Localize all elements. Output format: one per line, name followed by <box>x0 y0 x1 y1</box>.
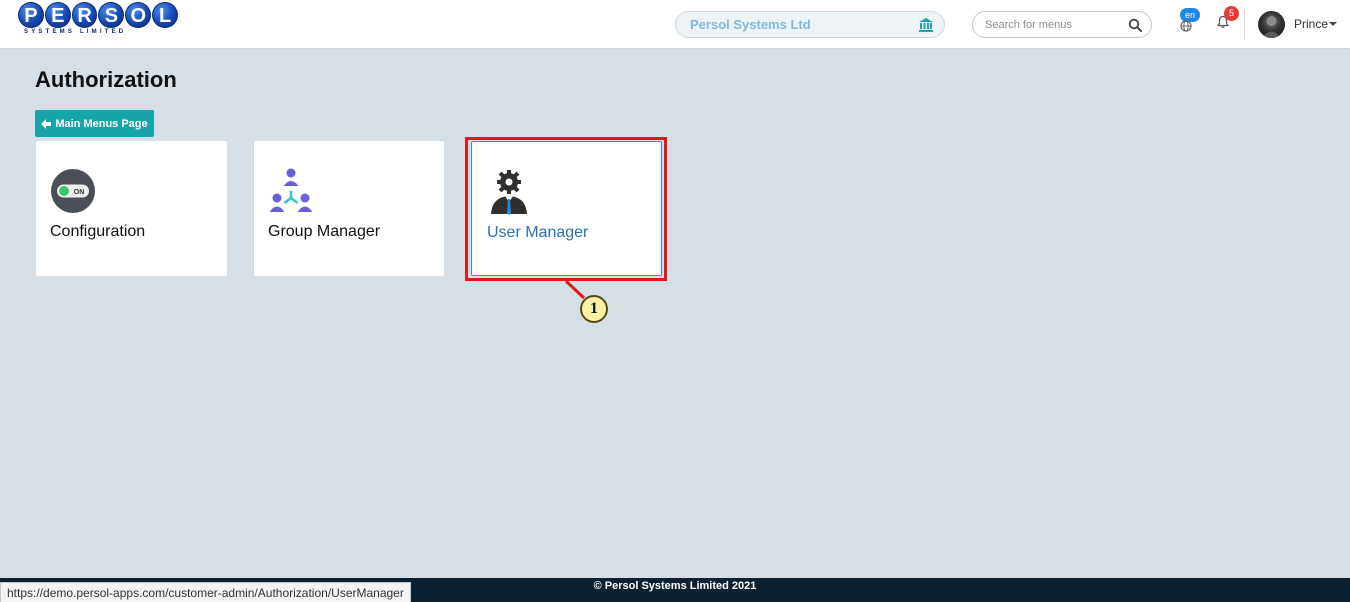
company-name: Persol Systems Ltd <box>690 17 811 32</box>
language-selector[interactable]: en <box>1176 8 1200 34</box>
logo-letter: S <box>98 2 125 28</box>
status-bar-url: https://demo.persol-apps.com/customer-ad… <box>0 582 411 602</box>
arrow-left-icon <box>41 118 52 129</box>
user-manager-card[interactable]: User Manager <box>471 141 662 276</box>
bank-icon <box>919 18 933 32</box>
notification-count-badge: 5 <box>1224 6 1239 21</box>
logo-letters: P E R S O L <box>18 2 178 28</box>
logo-letter: R <box>71 2 98 28</box>
toggle-on-icon: ON <box>51 169 95 213</box>
search-box <box>972 11 1152 38</box>
configuration-card[interactable]: ON Configuration <box>36 141 227 276</box>
user-name[interactable]: Prince <box>1294 17 1328 31</box>
main-menus-page-button[interactable]: Main Menus Page <box>35 110 154 137</box>
user-manager-label: User Manager <box>487 224 589 241</box>
callout-line <box>564 279 586 300</box>
persol-logo[interactable]: P E R S O L SYSTEMS LIMITED <box>18 2 178 38</box>
logo-letter: O <box>125 2 152 28</box>
logo-letter: E <box>44 2 71 28</box>
search-input[interactable] <box>985 16 1125 34</box>
configuration-label: Configuration <box>50 223 146 240</box>
header-divider <box>1244 9 1245 40</box>
logo-subtitle: SYSTEMS LIMITED <box>24 29 127 35</box>
page-title: Authorization <box>35 67 177 92</box>
avatar[interactable] <box>1258 11 1285 38</box>
group-hierarchy-icon <box>269 168 313 212</box>
step-marker: 1 <box>580 295 608 323</box>
globe-icon <box>1180 20 1192 32</box>
user-photo-icon <box>1262 16 1281 38</box>
logo-letter: P <box>18 2 44 28</box>
company-selector[interactable]: Persol Systems Ltd <box>675 11 945 38</box>
logo-letter: L <box>152 2 178 28</box>
notifications-button[interactable]: 5 <box>1214 6 1240 32</box>
caret-down-icon[interactable] <box>1329 22 1337 26</box>
user-gear-icon <box>491 170 527 215</box>
top-header: P E R S O L SYSTEMS LIMITED Persol Syste… <box>0 0 1350 49</box>
group-manager-label: Group Manager <box>268 223 381 240</box>
main-menus-page-label: Main Menus Page <box>55 117 148 130</box>
search-icon[interactable] <box>1128 18 1142 32</box>
toggle-on-text: ON <box>74 189 85 196</box>
group-manager-card[interactable]: Group Manager <box>254 141 444 276</box>
